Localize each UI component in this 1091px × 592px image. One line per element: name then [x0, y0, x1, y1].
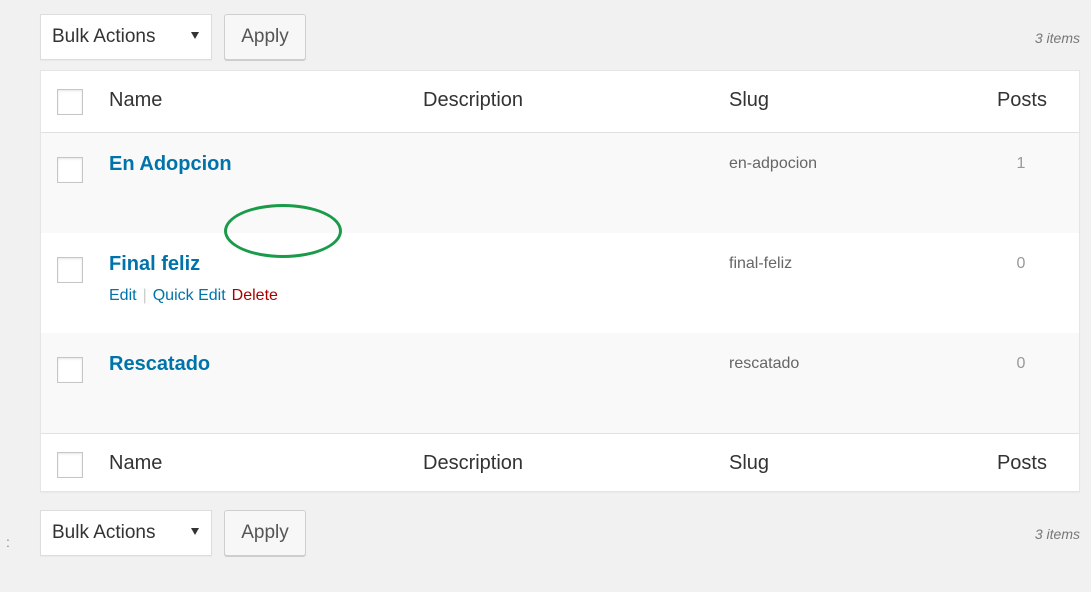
caret-down-icon: [191, 528, 199, 535]
term-slug: en-adpocion: [729, 155, 818, 172]
edge-mark: :: [6, 534, 10, 550]
terms-table: Name Description Slug Posts En Adopcion …: [40, 70, 1080, 492]
bulk-actions-label: Bulk Actions: [52, 522, 156, 543]
row-checkbox[interactable]: [57, 357, 83, 383]
item-count: 3 items: [1034, 30, 1080, 46]
term-slug: final-feliz: [729, 255, 793, 272]
term-post-count[interactable]: 0: [1011, 255, 1031, 273]
row-action-separator: |: [142, 287, 147, 304]
term-name-link[interactable]: En Adopcion: [109, 153, 232, 176]
row-checkbox[interactable]: [57, 257, 83, 283]
table-header: Name Description Slug Posts: [41, 71, 1079, 133]
bulk-actions-select-bottom[interactable]: Bulk Actions: [40, 510, 212, 556]
table-row: En Adopcion en-adpocion 1: [41, 133, 1079, 233]
column-header-posts[interactable]: Posts: [997, 89, 1047, 112]
table-footer: Name Description Slug Posts: [41, 433, 1079, 493]
item-count: 3 items: [1034, 526, 1080, 542]
row-checkbox[interactable]: [57, 157, 83, 183]
table-row: Rescatado rescatado 0: [41, 333, 1079, 433]
term-post-count[interactable]: 0: [1011, 355, 1031, 373]
edit-link[interactable]: Edit: [109, 287, 137, 305]
row-actions: Edit | Quick Edit Delete: [109, 287, 278, 305]
select-all-checkbox-footer[interactable]: [57, 452, 83, 478]
bulk-actions-label: Bulk Actions: [52, 26, 156, 47]
quick-edit-link[interactable]: Quick Edit: [153, 287, 226, 305]
tablenav-bottom: Bulk Actions Apply 3 items: [40, 510, 1080, 556]
column-footer-posts[interactable]: Posts: [997, 452, 1047, 475]
terms-list-page: Bulk Actions Apply 3 items Name Descript…: [0, 0, 1091, 592]
column-header-name[interactable]: Name: [109, 89, 162, 112]
column-footer-name[interactable]: Name: [109, 452, 162, 475]
apply-button[interactable]: Apply: [224, 14, 306, 60]
column-header-description[interactable]: Description: [423, 89, 523, 112]
column-footer-description[interactable]: Description: [423, 452, 523, 475]
bulk-actions-select[interactable]: Bulk Actions: [40, 14, 212, 60]
delete-link[interactable]: Delete: [232, 287, 278, 305]
term-slug: rescatado: [729, 355, 800, 372]
term-post-count[interactable]: 1: [1011, 155, 1031, 173]
table-row: Final feliz Edit | Quick Edit Delete fin…: [41, 233, 1079, 333]
term-name-link[interactable]: Final feliz: [109, 253, 200, 276]
caret-down-icon: [191, 32, 199, 39]
apply-button-bottom[interactable]: Apply: [224, 510, 306, 556]
column-header-slug[interactable]: Slug: [729, 89, 769, 112]
select-all-checkbox[interactable]: [57, 89, 83, 115]
tablenav-top: Bulk Actions Apply 3 items: [40, 14, 1080, 60]
column-footer-slug[interactable]: Slug: [729, 452, 769, 475]
term-name-link[interactable]: Rescatado: [109, 353, 210, 376]
